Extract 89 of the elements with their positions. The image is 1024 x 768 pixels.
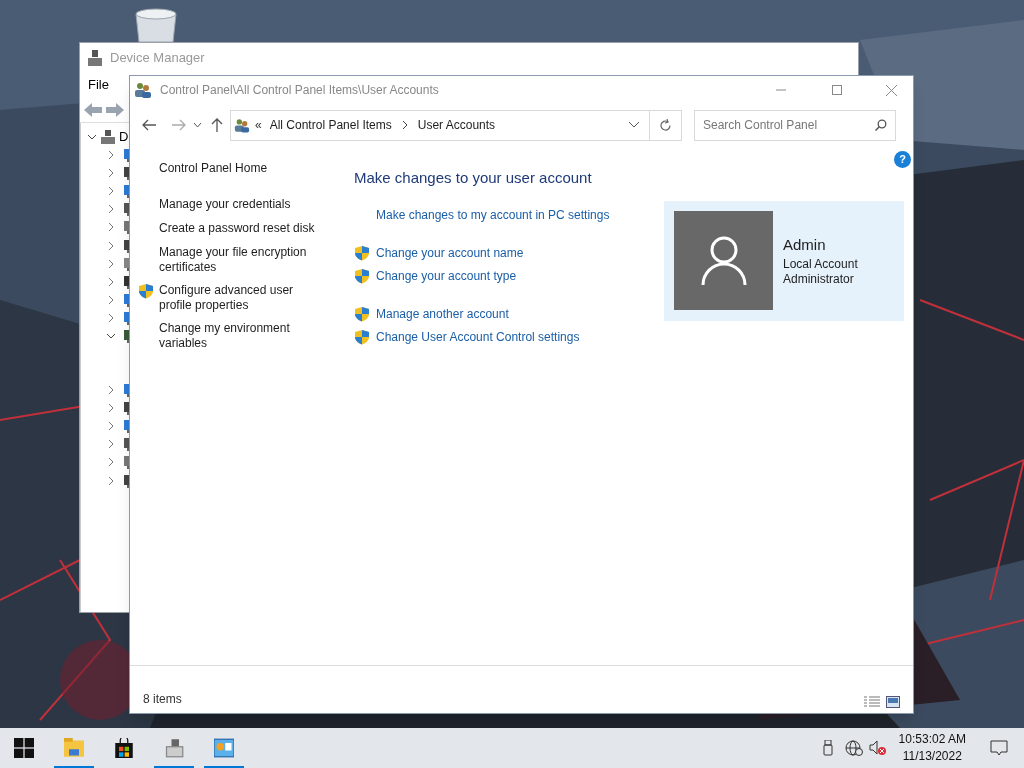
computer-icon — [88, 50, 102, 66]
up-arrow-icon[interactable] — [211, 118, 223, 132]
device-icon[interactable] — [124, 220, 129, 235]
expand-chevron-icon[interactable] — [106, 222, 116, 233]
users-icon — [234, 117, 250, 133]
device-icon[interactable] — [124, 202, 129, 217]
sidebar-link[interactable]: Control Panel Home — [138, 159, 354, 177]
collapse-chevron-icon[interactable] — [87, 132, 97, 142]
device-icon[interactable] — [124, 184, 129, 199]
expand-chevron-icon[interactable] — [106, 168, 116, 179]
expand-chevron-icon[interactable] — [106, 150, 116, 161]
expand-chevron-icon[interactable] — [106, 186, 116, 197]
forward-icon[interactable] — [106, 102, 124, 117]
printer-icon — [164, 738, 184, 758]
search-icon[interactable] — [875, 119, 887, 131]
chevron-right-icon — [401, 121, 408, 129]
expand-chevron-icon[interactable] — [106, 457, 116, 468]
dropdown-icon[interactable] — [194, 122, 201, 128]
expand-chevron-icon[interactable] — [106, 312, 116, 323]
breadcrumb[interactable]: User Accounts — [417, 116, 496, 134]
users-icon — [134, 82, 152, 98]
sidebar-link[interactable]: Configure advanced user profile properties — [159, 283, 324, 313]
account-detail: Local Account — [783, 256, 858, 272]
account-name: Admin — [783, 235, 827, 256]
control-panel-icon — [214, 738, 234, 758]
device-icon[interactable] — [124, 310, 129, 325]
device-icon[interactable] — [124, 383, 129, 398]
expand-chevron-icon[interactable] — [106, 240, 116, 251]
breadcrumb[interactable]: All Control Panel Items — [269, 116, 392, 134]
device-icon[interactable] — [124, 473, 129, 488]
notification-icon[interactable] — [990, 740, 1008, 756]
computer-icon — [101, 130, 115, 144]
help-icon[interactable]: ? — [894, 151, 911, 168]
device-icon[interactable] — [124, 238, 129, 253]
item-count: 8 items — [143, 691, 182, 708]
usb-drive-icon[interactable] — [822, 740, 835, 756]
refresh-icon[interactable] — [659, 118, 672, 132]
action-link[interactable]: Make changes to my account in PC settings — [376, 205, 610, 224]
maximize-icon[interactable] — [832, 85, 842, 95]
menu-item[interactable]: File — [88, 75, 109, 95]
search-input[interactable]: Search Control Panel — [703, 116, 875, 134]
expand-chevron-icon[interactable] — [106, 475, 116, 486]
device-icon[interactable] — [124, 292, 129, 307]
device-icon[interactable] — [124, 437, 129, 452]
expand-chevron-icon[interactable] — [106, 204, 116, 215]
device-icon[interactable] — [124, 148, 129, 163]
device-icon[interactable] — [124, 274, 129, 289]
tiles-view-icon[interactable] — [886, 696, 900, 708]
dropdown-icon[interactable] — [629, 122, 639, 128]
speaker-muted-icon[interactable] — [868, 740, 887, 756]
user-icon — [700, 235, 747, 286]
sidebar-link[interactable]: Manage your file encryption certificates — [159, 245, 324, 275]
expand-chevron-icon[interactable] — [106, 439, 116, 450]
expand-chevron-icon[interactable] — [106, 294, 116, 305]
action-link[interactable]: Change your account type — [376, 266, 517, 285]
search-field[interactable]: Search Control Panel — [694, 109, 896, 141]
device-icon[interactable] — [124, 329, 129, 343]
tree-item[interactable]: D — [119, 127, 129, 147]
globe-icon[interactable] — [844, 740, 863, 756]
clock-date[interactable]: 11/13/2022 — [902, 748, 962, 765]
window-title: Control Panel\All Control Panel Items\User Accounts — [160, 82, 439, 99]
device-icon[interactable] — [124, 419, 129, 434]
page-heading: Make changes to your user account — [354, 168, 593, 188]
clock-time[interactable]: 10:53:02 AM — [898, 731, 966, 748]
device-icon[interactable] — [124, 401, 129, 416]
device-icon[interactable] — [124, 256, 129, 271]
collapse-chevron-icon[interactable] — [106, 331, 116, 341]
back-arrow-icon[interactable] — [142, 119, 156, 131]
sidebar-link[interactable]: Change my environment variables — [159, 321, 324, 351]
sidebar-link[interactable]: Create a password reset disk — [159, 221, 324, 236]
address-bar[interactable]: « All Control Panel Items User Accounts — [230, 109, 682, 141]
close-icon[interactable] — [886, 84, 897, 96]
shopping-bag-icon — [114, 738, 134, 758]
action-link[interactable]: Manage another account — [376, 304, 509, 323]
folder-icon — [64, 738, 84, 758]
expand-chevron-icon[interactable] — [106, 403, 116, 414]
device-icon[interactable] — [124, 166, 129, 181]
expand-chevron-icon[interactable] — [106, 258, 116, 269]
expand-chevron-icon[interactable] — [106, 421, 116, 432]
account-detail: Administrator — [783, 271, 855, 287]
overflow-chevron[interactable]: « — [255, 116, 262, 134]
device-icon[interactable] — [124, 455, 129, 470]
action-link[interactable]: Change User Account Control settings — [376, 327, 580, 346]
start-icon — [14, 738, 34, 758]
expand-chevron-icon[interactable] — [106, 385, 116, 396]
sidebar-link[interactable]: Manage your credentials — [159, 197, 324, 212]
action-link[interactable]: Change your account name — [376, 243, 524, 262]
window-title: Device Manager — [110, 49, 205, 68]
expand-chevron-icon[interactable] — [106, 276, 116, 287]
